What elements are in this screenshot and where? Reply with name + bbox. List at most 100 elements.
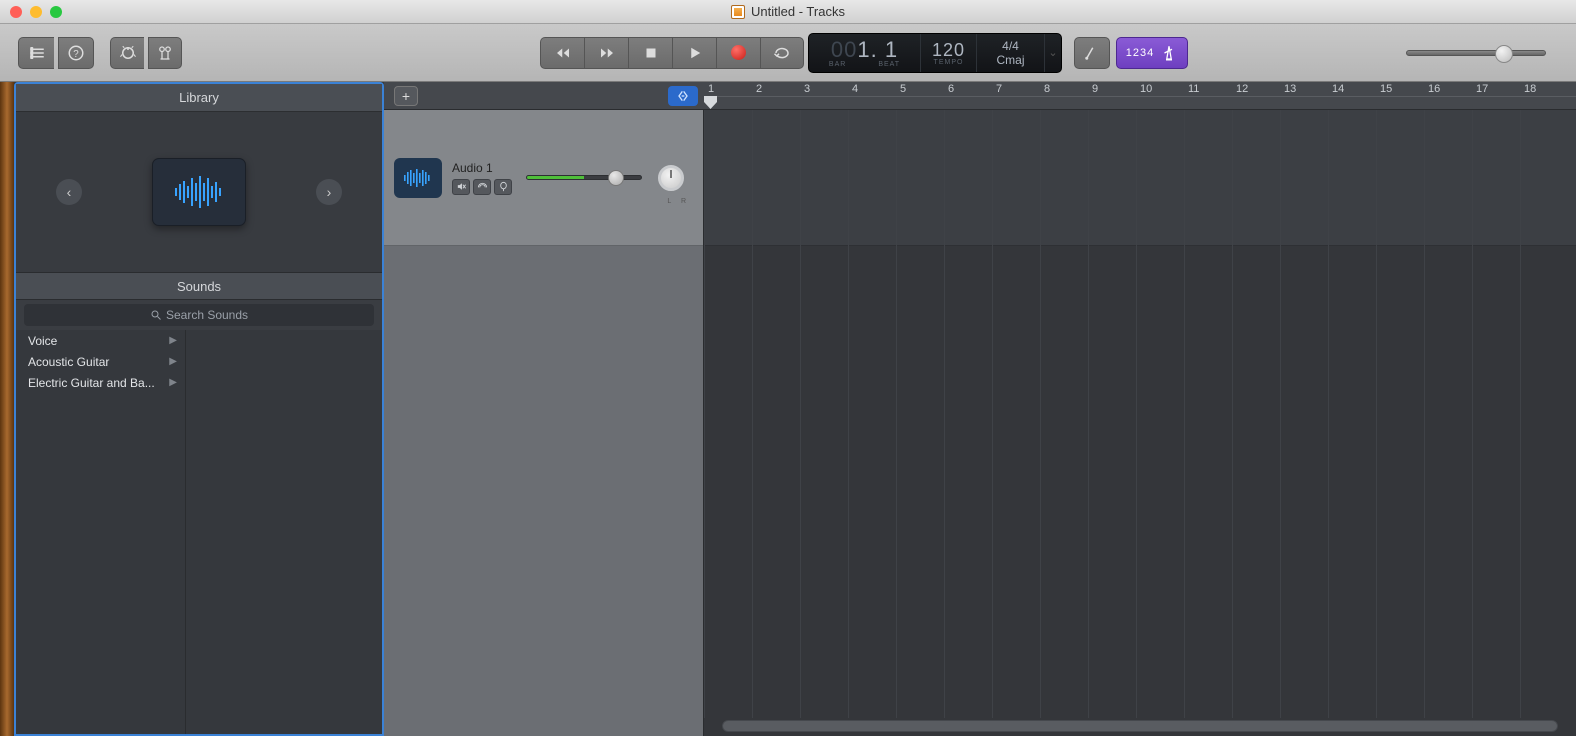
volume-thumb[interactable] bbox=[1495, 45, 1513, 63]
track-header-row: + 123456789101112131415161718 bbox=[384, 82, 1576, 110]
lcd-mode-menu[interactable]: ⌄ bbox=[1045, 34, 1061, 72]
lcd-tempo-label: TEMPO bbox=[934, 59, 964, 66]
titlebar: Untitled - Tracks bbox=[0, 0, 1576, 24]
chevron-right-icon: ▶ bbox=[169, 356, 177, 367]
scrollbar-thumb[interactable] bbox=[722, 720, 1558, 732]
search-placeholder: Search Sounds bbox=[166, 308, 248, 322]
track-lane[interactable] bbox=[704, 110, 1576, 246]
input-monitor-button[interactable] bbox=[494, 179, 512, 195]
lcd-key-sig[interactable]: 4/4 Cmaj bbox=[977, 34, 1045, 72]
track-volume[interactable] bbox=[526, 172, 642, 184]
library-next-button[interactable]: › bbox=[316, 179, 342, 205]
mute-button[interactable] bbox=[452, 179, 470, 195]
lcd-tempo-value: 120 bbox=[932, 40, 965, 61]
smart-controls-button[interactable] bbox=[110, 37, 144, 69]
quick-help-button[interactable]: ? bbox=[58, 37, 94, 69]
chevron-right-icon: ▶ bbox=[169, 335, 177, 346]
ruler-tick: 8 bbox=[1044, 83, 1050, 95]
track-toggles bbox=[452, 179, 512, 195]
master-volume[interactable] bbox=[1406, 50, 1546, 56]
library-category[interactable]: Acoustic Guitar▶ bbox=[16, 351, 185, 372]
window-title: Untitled - Tracks bbox=[0, 4, 1576, 19]
ruler-tick: 9 bbox=[1092, 83, 1098, 95]
record-button[interactable] bbox=[716, 37, 760, 69]
ruler-tick: 2 bbox=[756, 83, 762, 95]
tracks-body: Audio 1 L R bbox=[384, 110, 1576, 736]
lcd-key: Cmaj bbox=[996, 53, 1024, 67]
ruler-tick: 10 bbox=[1140, 83, 1152, 95]
library-column-1 bbox=[186, 330, 382, 734]
track-list: Audio 1 L R bbox=[384, 110, 704, 736]
ruler-tick: 4 bbox=[852, 83, 858, 95]
ruler-tick: 6 bbox=[948, 83, 954, 95]
ruler-tick: 12 bbox=[1236, 83, 1248, 95]
countoff-label: 1234 bbox=[1126, 47, 1154, 59]
sounds-header: Sounds bbox=[16, 272, 382, 300]
library-patch-icon bbox=[152, 158, 246, 226]
ruler-tick: 5 bbox=[900, 83, 906, 95]
editors-button[interactable] bbox=[148, 37, 182, 69]
track-info: Audio 1 bbox=[452, 161, 512, 195]
chevron-down-icon: ⌄ bbox=[1048, 46, 1057, 59]
tuner-button[interactable] bbox=[1074, 37, 1110, 69]
ruler-tick: 15 bbox=[1380, 83, 1392, 95]
playhead[interactable] bbox=[704, 96, 717, 109]
ruler-tick: 7 bbox=[996, 83, 1002, 95]
rewind-button[interactable] bbox=[540, 37, 584, 69]
svg-text:?: ? bbox=[73, 48, 79, 59]
lcd-bar-label: BAR bbox=[829, 61, 846, 68]
lcd-position[interactable]: 001. 1 BAR BEAT bbox=[809, 34, 921, 72]
lcd-timesig: 4/4 bbox=[1002, 39, 1019, 53]
play-button[interactable] bbox=[672, 37, 716, 69]
record-icon bbox=[731, 45, 746, 60]
window-title-text: Untitled - Tracks bbox=[751, 4, 845, 19]
search-input[interactable]: Search Sounds bbox=[24, 304, 374, 326]
document-icon bbox=[731, 5, 745, 19]
library-preview: ‹ › bbox=[16, 112, 382, 272]
ruler-tick: 11 bbox=[1188, 83, 1199, 95]
metronome-icon bbox=[1160, 44, 1178, 62]
toolbar: ? 001. 1 BAR BEAT 120 TEMPO 4/4 Cmaj bbox=[0, 24, 1576, 82]
track-type-icon bbox=[394, 158, 442, 198]
timeline-ruler[interactable]: 123456789101112131415161718 bbox=[704, 82, 1576, 109]
track-filter-button[interactable] bbox=[668, 86, 698, 106]
stop-button[interactable] bbox=[628, 37, 672, 69]
main-area: Library ‹ › Sounds Search Sounds Voice▶A… bbox=[0, 82, 1576, 736]
add-track-button[interactable]: + bbox=[394, 86, 418, 106]
library-category[interactable]: Electric Guitar and Ba...▶ bbox=[16, 372, 185, 393]
track-row[interactable]: Audio 1 L R bbox=[384, 110, 703, 246]
ruler-tick: 16 bbox=[1428, 83, 1440, 95]
library-column-0: Voice▶Acoustic Guitar▶Electric Guitar an… bbox=[16, 330, 186, 734]
toolbar-edit-group bbox=[110, 37, 182, 69]
track-filter-cell bbox=[428, 82, 704, 109]
cycle-button[interactable] bbox=[760, 37, 804, 69]
track-name[interactable]: Audio 1 bbox=[452, 161, 512, 175]
search-icon bbox=[150, 309, 162, 321]
track-volume-thumb[interactable] bbox=[608, 170, 624, 186]
pan-knob[interactable] bbox=[658, 165, 684, 191]
search-row: Search Sounds bbox=[16, 300, 382, 330]
horizontal-scrollbar[interactable] bbox=[722, 720, 1558, 732]
library-toggle-button[interactable] bbox=[18, 37, 54, 69]
lcd-tempo[interactable]: 120 TEMPO bbox=[921, 34, 977, 72]
lcd-beat-label: BEAT bbox=[878, 61, 900, 68]
transport-controls bbox=[540, 37, 804, 69]
solo-button[interactable] bbox=[473, 179, 491, 195]
forward-button[interactable] bbox=[584, 37, 628, 69]
lcd-bar-value: 1. 1 bbox=[857, 37, 898, 63]
ruler-tick: 18 bbox=[1524, 83, 1536, 95]
ruler-tick: 3 bbox=[804, 83, 810, 95]
arrangement-area[interactable] bbox=[704, 110, 1576, 736]
pan-label: L R bbox=[667, 198, 690, 205]
countoff-button[interactable]: 1234 bbox=[1116, 37, 1188, 69]
library-panel: Library ‹ › Sounds Search Sounds Voice▶A… bbox=[14, 82, 384, 736]
library-prev-button[interactable]: ‹ bbox=[56, 179, 82, 205]
toolbar-right-group: 1234 bbox=[1074, 37, 1188, 69]
lcd-display[interactable]: 001. 1 BAR BEAT 120 TEMPO 4/4 Cmaj ⌄ bbox=[808, 33, 1062, 73]
library-browser: Voice▶Acoustic Guitar▶Electric Guitar an… bbox=[16, 330, 382, 734]
center-area: + 123456789101112131415161718 bbox=[384, 82, 1576, 736]
chevron-right-icon: ▶ bbox=[169, 377, 177, 388]
lcd-bar-dim: 00 bbox=[831, 37, 857, 63]
library-category[interactable]: Voice▶ bbox=[16, 330, 185, 351]
ruler-tick: 13 bbox=[1284, 83, 1296, 95]
